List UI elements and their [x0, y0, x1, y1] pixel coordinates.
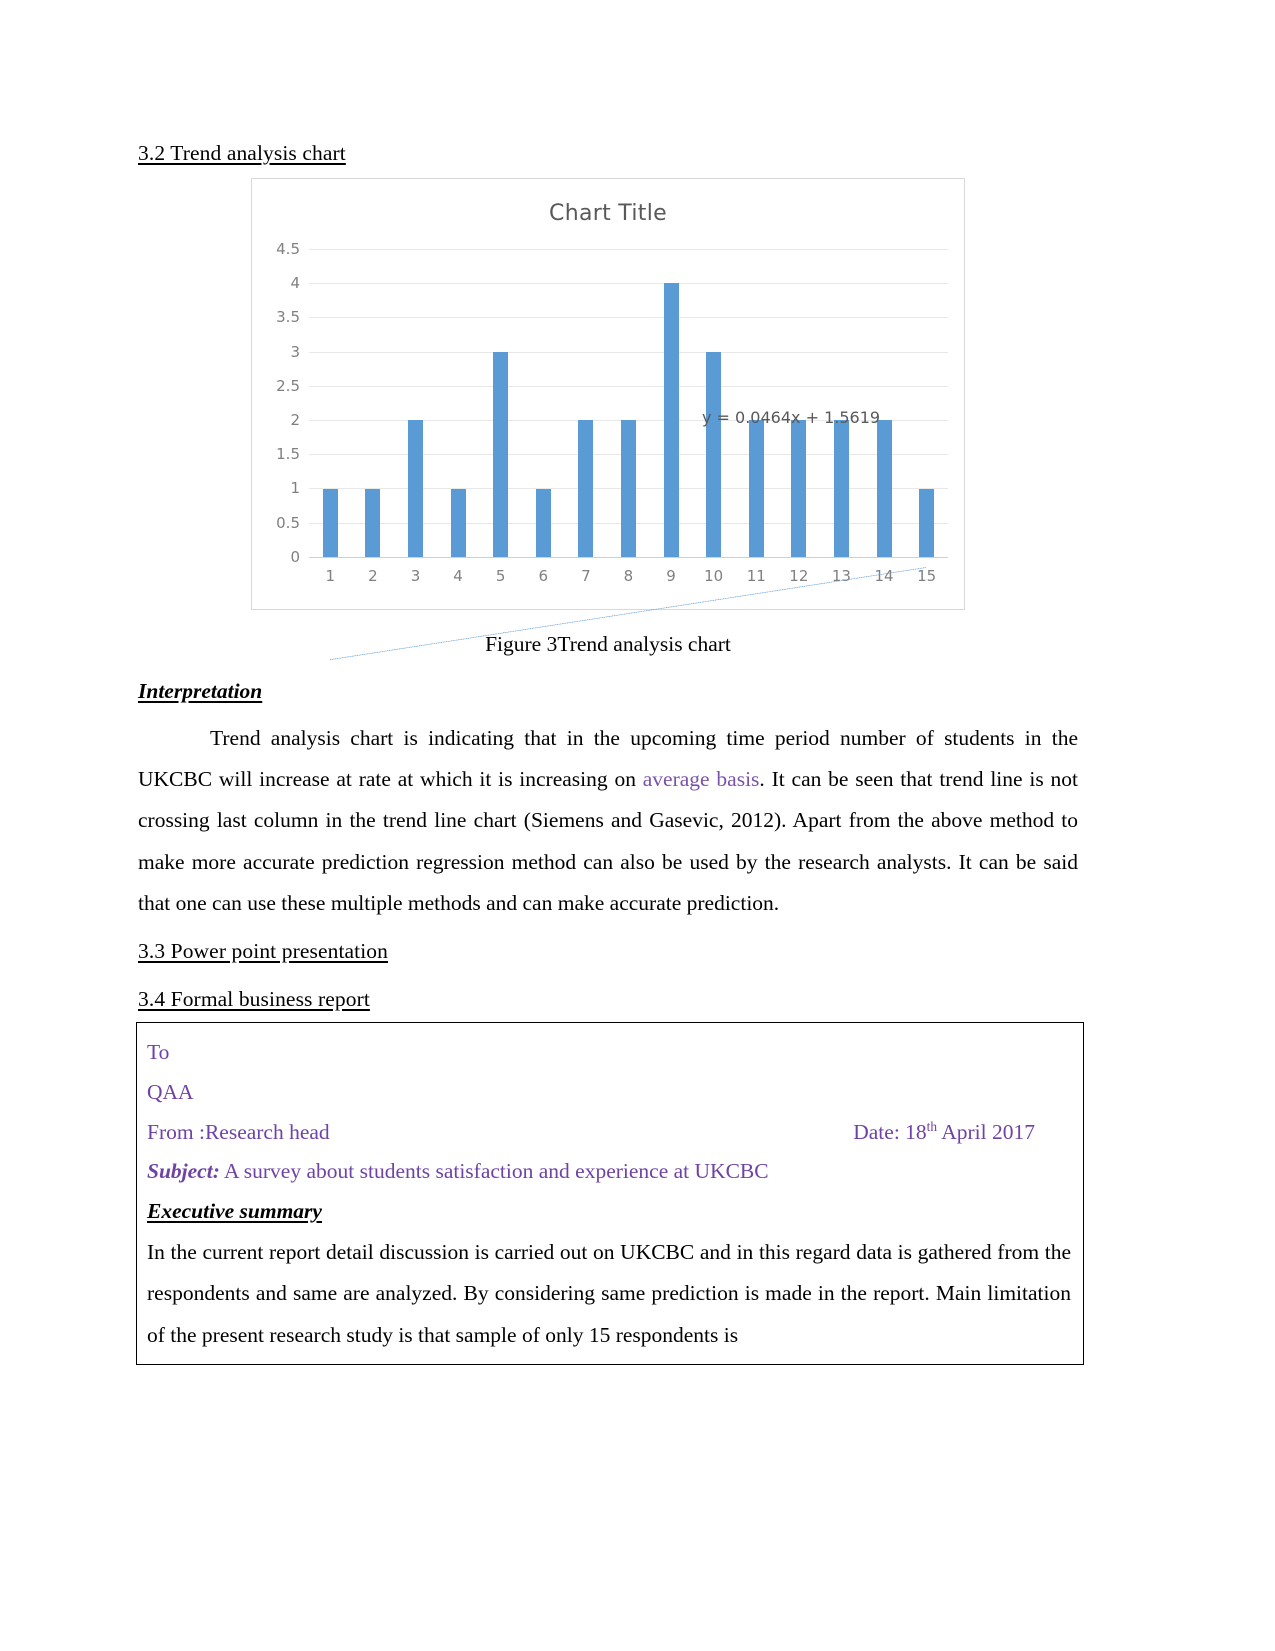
chart-bar — [706, 351, 722, 557]
chart-bar-slot: 12 — [778, 249, 821, 585]
report-to-label: To — [147, 1040, 170, 1065]
chart-bar — [833, 420, 849, 557]
interpretation-paragraph: Trend analysis chart is indicating that … — [138, 718, 1078, 924]
report-subject-label: Subject: — [147, 1159, 220, 1184]
chart-plot-area: 0 0.5 1 1.5 2 2.5 3 3.5 4 4.5 1 2 3 4 5 6 7 8 9 10 11 12 13 14… — [276, 240, 948, 585]
y-axis-tick-label: 3 — [290, 342, 300, 361]
chart-bar-slot: 9 — [650, 249, 693, 585]
x-axis-tick-label: 10 — [704, 566, 724, 585]
chart-bar — [450, 488, 466, 557]
y-axis-tick-label: 4 — [290, 274, 300, 293]
chart-bar — [876, 420, 892, 557]
interpretation-heading: Interpretation — [138, 678, 263, 703]
chart-bar-slot: 13 — [820, 249, 863, 585]
chart-bar — [365, 488, 381, 557]
chart-bar-slot: 7 — [565, 249, 608, 585]
chart-bar — [407, 420, 423, 557]
report-from-date-row: From :Research head Date: 18th April 201… — [147, 1113, 1071, 1153]
gridline: 0 — [290, 548, 948, 566]
x-axis-tick-label: 13 — [831, 566, 851, 585]
report-date-line: Date: 18th April 2017 — [853, 1113, 1071, 1153]
report-subject-line: Subject: A survey about students satisfa… — [147, 1152, 1071, 1192]
chart-bars: 1 2 3 4 5 6 7 8 9 10 11 12 13 14 15 — [309, 249, 948, 585]
chart-bar-slot: 15 — [905, 249, 948, 585]
trendline-equation-label: y = 0.0464x + 1.5619 — [701, 407, 881, 427]
y-axis-tick-label: 1.5 — [276, 445, 300, 464]
x-axis-tick-label: 4 — [453, 566, 463, 585]
executive-summary-heading: Executive summary — [147, 1199, 322, 1224]
chart-bar-slot: 10 — [692, 249, 735, 585]
report-from-line: From :Research head — [147, 1119, 330, 1144]
chart-bar — [663, 283, 679, 557]
report-date-ordinal: th — [926, 1118, 938, 1134]
executive-summary-text: In the current report detail discussion … — [147, 1239, 1071, 1347]
x-axis-tick-label: 9 — [666, 566, 676, 585]
y-axis-tick-label: 3.5 — [276, 308, 300, 327]
y-axis-tick-label: 0.5 — [276, 513, 300, 532]
chart-title: Chart Title — [549, 200, 667, 226]
chart-bar-slot: 4 — [437, 249, 480, 585]
trend-analysis-chart-figure: Chart Title 0 0.5 1 1.5 2 2.5 3 3.5 4 4.5 1234567… — [138, 177, 1078, 610]
figure-caption: Figure 3Trend analysis chart — [485, 631, 731, 656]
document-content: 3.2 Trend analysis chart Chart Title 0 0.… — [136, 140, 1084, 1365]
y-axis-tick-label: 1 — [290, 479, 300, 498]
report-to-value: QAA — [147, 1079, 194, 1104]
section-heading-3-2: 3.2 Trend analysis chart — [138, 141, 346, 165]
chart-bar-slot: 5 — [479, 249, 522, 585]
chart-bar — [919, 488, 935, 557]
section-heading-3-4: 3.4 Formal business report — [138, 987, 370, 1012]
section-heading-3-3: 3.3 Power point presentation — [138, 939, 389, 964]
y-axis-tick-label: 2.5 — [276, 376, 300, 395]
chart-bar — [748, 420, 764, 557]
document-page: 3.2 Trend analysis chart Chart Title 0 0.… — [0, 0, 1275, 1651]
y-axis-tick-label: 2 — [290, 411, 300, 430]
chart-bar-slot: 2 — [352, 249, 395, 585]
chart-bar — [578, 420, 594, 557]
x-axis-tick-label: 15 — [917, 566, 937, 585]
report-subject-text: A survey about students satisfaction and… — [219, 1159, 769, 1184]
chart-bar — [620, 420, 636, 557]
chart-bar — [535, 488, 551, 557]
y-axis-tick-label: 4.5 — [276, 239, 300, 258]
chart-bar-slot: 8 — [607, 249, 650, 585]
x-axis-tick-label: 8 — [623, 566, 634, 585]
x-axis-tick-label: 7 — [581, 566, 591, 585]
chart-bar-slot: 3 — [394, 249, 437, 585]
x-axis-tick-label: 5 — [495, 566, 506, 585]
x-axis-tick-label: 6 — [538, 566, 549, 585]
chart-bar — [493, 351, 509, 557]
x-axis-tick-label: 3 — [410, 566, 421, 585]
y-axis-tick-label: 0 — [290, 547, 300, 566]
x-axis-tick-label: 2 — [368, 566, 378, 585]
chart-bar — [791, 420, 807, 557]
chart-bar-slot: 6 — [522, 249, 565, 585]
chart-container: Chart Title 0 0.5 1 1.5 2 2.5 3 3.5 4 4.5 1234567… — [251, 177, 965, 610]
x-axis-tick-label: 1 — [325, 566, 336, 585]
report-date-suffix: April 2017 — [937, 1119, 1035, 1144]
x-axis-tick-label: 14 — [874, 566, 894, 585]
average-basis-link[interactable]: average basis — [643, 767, 760, 791]
x-axis-tick-label: 12 — [789, 566, 809, 585]
formal-business-report-box: To QAA From :Research head Date: 18th Ap… — [136, 1022, 1084, 1365]
chart-bar-slot: 14 — [863, 249, 906, 585]
chart-bar — [322, 488, 338, 557]
chart-bar-slot: 1 — [309, 249, 352, 585]
report-date-prefix: Date: 18 — [853, 1119, 927, 1144]
x-axis-tick-label: 11 — [746, 566, 766, 585]
chart-bar-slot: 11 — [735, 249, 778, 585]
